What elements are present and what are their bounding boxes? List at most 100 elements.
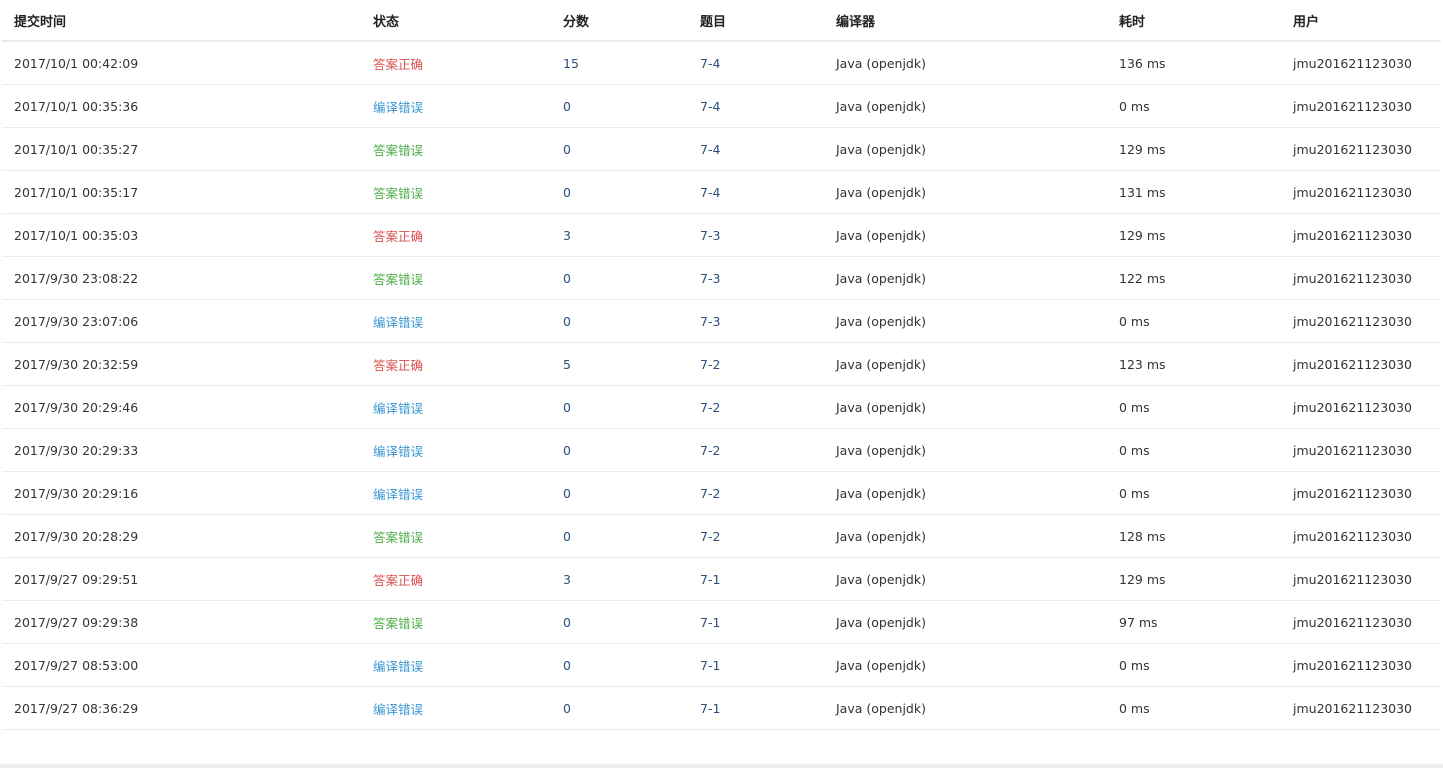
compiler-cell: Java (openjdk): [824, 600, 1107, 644]
status-link[interactable]: 编译错误: [361, 428, 551, 472]
status-link[interactable]: 编译错误: [361, 471, 551, 515]
time-cost-cell: 129 ms: [1107, 557, 1281, 601]
compiler-cell: Java (openjdk): [824, 342, 1107, 386]
score-cell: 0: [551, 84, 688, 128]
header-status: 状态: [361, 0, 551, 42]
status-link[interactable]: 编译错误: [361, 84, 551, 128]
time-cost-cell: 97 ms: [1107, 600, 1281, 644]
status-link[interactable]: 答案错误: [361, 600, 551, 644]
table-row: 2017/9/27 09:29:38 答案错误 0 7-1 Java (openjdk)…: [2, 600, 1441, 644]
problem-link[interactable]: 7-3: [688, 299, 824, 343]
submit-time-cell: 2017/10/1 00:35:36: [2, 84, 361, 128]
user-cell: jmu201621123030: [1281, 170, 1441, 214]
submit-time-cell: 2017/9/30 20:29:33: [2, 428, 361, 472]
problem-link[interactable]: 7-1: [688, 600, 824, 644]
table-row: 2017/9/27 09:29:51 答案正确 3 7-1 Java (openjdk)…: [2, 557, 1441, 601]
table-row: 2017/10/1 00:35:03 答案正确 3 7-3 Java (openjdk)…: [2, 213, 1441, 257]
problem-link[interactable]: 7-3: [688, 256, 824, 300]
compiler-cell: Java (openjdk): [824, 170, 1107, 214]
submit-time-cell: 2017/9/30 23:07:06: [2, 299, 361, 343]
compiler-cell: Java (openjdk): [824, 41, 1107, 85]
score-cell: 0: [551, 256, 688, 300]
status-link[interactable]: 答案正确: [361, 41, 551, 85]
score-cell: 0: [551, 170, 688, 214]
submit-time-cell: 2017/9/30 20:29:46: [2, 385, 361, 429]
bottom-divider: [0, 764, 1443, 768]
problem-link[interactable]: 7-2: [688, 514, 824, 558]
problem-link[interactable]: 7-4: [688, 84, 824, 128]
compiler-cell: Java (openjdk): [824, 514, 1107, 558]
user-cell: jmu201621123030: [1281, 428, 1441, 472]
header-submit-time: 提交时间: [2, 0, 361, 42]
table-row: 2017/10/1 00:35:17 答案错误 0 7-4 Java (openjdk)…: [2, 170, 1441, 214]
score-cell: 0: [551, 686, 688, 730]
submissions-table: 提交时间 状态 分数 题目 编译器 耗时 用户 2017/10/1 00:42:…: [2, 0, 1441, 730]
score-cell: 0: [551, 385, 688, 429]
problem-link[interactable]: 7-4: [688, 127, 824, 171]
time-cost-cell: 0 ms: [1107, 471, 1281, 515]
user-cell: jmu201621123030: [1281, 256, 1441, 300]
user-cell: jmu201621123030: [1281, 213, 1441, 257]
problem-link[interactable]: 7-4: [688, 170, 824, 214]
status-link[interactable]: 编译错误: [361, 686, 551, 730]
compiler-cell: Java (openjdk): [824, 299, 1107, 343]
submit-time-cell: 2017/9/30 23:08:22: [2, 256, 361, 300]
problem-link[interactable]: 7-1: [688, 643, 824, 687]
submit-time-cell: 2017/9/30 20:28:29: [2, 514, 361, 558]
score-cell: 3: [551, 557, 688, 601]
time-cost-cell: 123 ms: [1107, 342, 1281, 386]
table-body: 2017/10/1 00:42:09 答案正确 15 7-4 Java (openjdk…: [2, 41, 1441, 730]
problem-link[interactable]: 7-2: [688, 428, 824, 472]
time-cost-cell: 0 ms: [1107, 428, 1281, 472]
status-link[interactable]: 编译错误: [361, 385, 551, 429]
compiler-cell: Java (openjdk): [824, 127, 1107, 171]
table-row: 2017/9/30 20:29:33 编译错误 0 7-2 Java (openjdk)…: [2, 428, 1441, 472]
status-link[interactable]: 答案正确: [361, 213, 551, 257]
status-link[interactable]: 编译错误: [361, 299, 551, 343]
submit-time-cell: 2017/9/30 20:29:16: [2, 471, 361, 515]
submit-time-cell: 2017/9/27 08:36:29: [2, 686, 361, 730]
status-link[interactable]: 答案错误: [361, 127, 551, 171]
submit-time-cell: 2017/10/1 00:35:27: [2, 127, 361, 171]
time-cost-cell: 122 ms: [1107, 256, 1281, 300]
score-cell: 0: [551, 600, 688, 644]
status-link[interactable]: 答案正确: [361, 342, 551, 386]
score-cell: 0: [551, 428, 688, 472]
status-link[interactable]: 答案错误: [361, 514, 551, 558]
problem-link[interactable]: 7-2: [688, 342, 824, 386]
submit-time-cell: 2017/10/1 00:35:03: [2, 213, 361, 257]
table-row: 2017/10/1 00:35:36 编译错误 0 7-4 Java (openjdk)…: [2, 84, 1441, 128]
problem-link[interactable]: 7-2: [688, 385, 824, 429]
header-score: 分数: [551, 0, 688, 42]
compiler-cell: Java (openjdk): [824, 643, 1107, 687]
score-cell: 0: [551, 127, 688, 171]
user-cell: jmu201621123030: [1281, 600, 1441, 644]
status-link[interactable]: 答案错误: [361, 170, 551, 214]
table-row: 2017/10/1 00:42:09 答案正确 15 7-4 Java (openjdk…: [2, 41, 1441, 85]
user-cell: jmu201621123030: [1281, 84, 1441, 128]
problem-link[interactable]: 7-3: [688, 213, 824, 257]
user-cell: jmu201621123030: [1281, 127, 1441, 171]
problem-link[interactable]: 7-2: [688, 471, 824, 515]
score-cell: 0: [551, 514, 688, 558]
table-row: 2017/9/30 23:08:22 答案错误 0 7-3 Java (openjdk)…: [2, 256, 1441, 300]
status-link[interactable]: 答案正确: [361, 557, 551, 601]
status-link[interactable]: 答案错误: [361, 256, 551, 300]
problem-link[interactable]: 7-4: [688, 41, 824, 85]
problem-link[interactable]: 7-1: [688, 557, 824, 601]
compiler-cell: Java (openjdk): [824, 213, 1107, 257]
score-cell: 0: [551, 299, 688, 343]
header-problem: 题目: [688, 0, 824, 42]
problem-link[interactable]: 7-1: [688, 686, 824, 730]
time-cost-cell: 0 ms: [1107, 686, 1281, 730]
status-link[interactable]: 编译错误: [361, 643, 551, 687]
submit-time-cell: 2017/9/27 09:29:38: [2, 600, 361, 644]
header-compiler: 编译器: [824, 0, 1107, 42]
compiler-cell: Java (openjdk): [824, 557, 1107, 601]
submit-time-cell: 2017/9/30 20:32:59: [2, 342, 361, 386]
table-row: 2017/9/27 08:36:29 编译错误 0 7-1 Java (openjdk)…: [2, 686, 1441, 730]
user-cell: jmu201621123030: [1281, 342, 1441, 386]
compiler-cell: Java (openjdk): [824, 686, 1107, 730]
time-cost-cell: 131 ms: [1107, 170, 1281, 214]
submit-time-cell: 2017/9/27 08:53:00: [2, 643, 361, 687]
